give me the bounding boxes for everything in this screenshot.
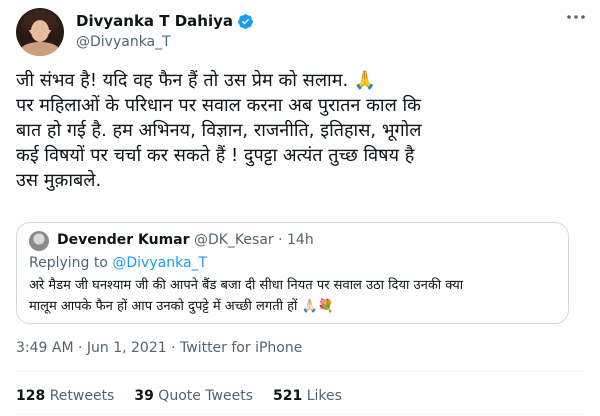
author-name-row: Divyanka T Dahiya: [76, 12, 254, 30]
quoted-text-line: मालूम आपके फैन हों आप उनको दुपट्टे में अ…: [29, 299, 334, 314]
tweet-timestamp[interactable]: 3:49 AM · Jun 1, 2021 · Twitter for iPho…: [16, 340, 302, 356]
quote-tweets-stat[interactable]: 39 Quote Tweets: [134, 388, 253, 404]
quoted-author-handle[interactable]: @DK_Kesar: [194, 232, 274, 248]
quoted-separator: ·: [278, 232, 283, 248]
author-handle[interactable]: @Divyanka_T: [76, 34, 171, 50]
likes-label: Likes: [306, 388, 342, 404]
quoted-header: Devender Kumar @DK_Kesar · 14h: [57, 232, 314, 248]
tweet-text: जी संभव है! यदि वह फैन हैं तो उस प्रेम क…: [16, 68, 576, 193]
quoted-text: अरे मैडम जी घनश्याम जी की आपने बैंड बजा …: [29, 275, 463, 317]
divider: [16, 371, 584, 372]
quote-tweets-count: 39: [134, 388, 154, 404]
verified-badge-icon: [238, 13, 253, 29]
quoted-author-name[interactable]: Devender Kumar: [57, 232, 190, 248]
replying-to-handle[interactable]: @Divyanka_T: [112, 255, 207, 271]
more-options-icon[interactable]: [566, 14, 586, 20]
quoted-author-avatar[interactable]: [29, 231, 49, 251]
engagement-stats: 128 Retweets 39 Quote Tweets 521 Likes: [16, 388, 362, 404]
divider: [16, 414, 584, 415]
tweet-text-line: कई विषयों पर चर्चा कर सकते हैं ! दुपट्टा…: [16, 145, 415, 166]
author-display-name[interactable]: Divyanka T Dahiya: [76, 12, 233, 30]
replying-to-prefix: Replying to: [29, 255, 108, 271]
retweets-label: Retweets: [49, 388, 115, 404]
retweets-count: 128: [16, 388, 46, 404]
quoted-tweet[interactable]: Devender Kumar @DK_Kesar · 14h Replying …: [16, 222, 569, 324]
quoted-time[interactable]: 14h: [287, 232, 314, 248]
tweet-text-line: पर महिलाओं के परिधान पर सवाल करना अब पुर…: [16, 95, 422, 116]
likes-stat[interactable]: 521 Likes: [273, 388, 342, 404]
retweets-stat[interactable]: 128 Retweets: [16, 388, 114, 404]
tweet-text-line: उस मुक़ाबले.: [16, 170, 102, 191]
tweet-text-line: जी संभव है! यदि वह फैन हैं तो उस प्रेम क…: [16, 70, 377, 91]
author-avatar[interactable]: [16, 8, 64, 56]
quoted-text-line: अरे मैडम जी घनश्याम जी की आपने बैंड बजा …: [29, 278, 464, 293]
tweet-card: Divyanka T Dahiya @Divyanka_T जी संभव है…: [0, 0, 600, 416]
tweet-text-line: बात हो गई है. हम अभिनय, विज्ञान, राजनीति…: [16, 120, 422, 141]
replying-to: Replying to @Divyanka_T: [29, 255, 207, 271]
quote-tweets-label: Quote Tweets: [158, 388, 254, 404]
likes-count: 521: [273, 388, 303, 404]
